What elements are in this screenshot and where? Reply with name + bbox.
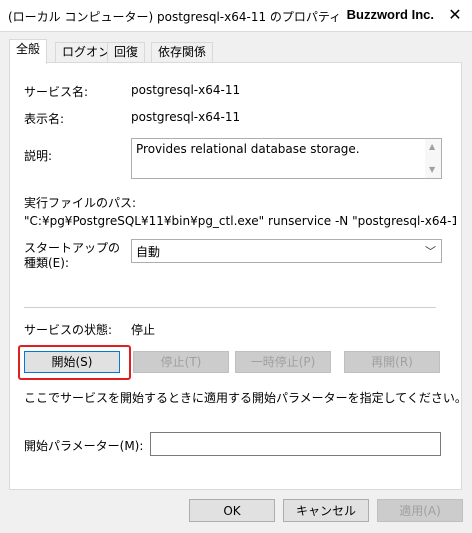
ok-button[interactable]: OK — [189, 499, 275, 522]
service-name-label: サービス名: — [24, 85, 89, 99]
brand-label: Buzzword Inc. — [346, 7, 434, 22]
start-params-input[interactable] — [150, 432, 441, 456]
service-name-value: postgresql-x64-11 — [131, 83, 241, 97]
start-params-hint: ここでサービスを開始するときに適用する開始パラメーターを指定してください。 — [24, 391, 467, 405]
resume-button[interactable]: 再開(R) — [344, 351, 440, 373]
tab-dependencies[interactable]: 依存関係 — [151, 42, 214, 63]
tab-general[interactable]: 全般 — [9, 39, 48, 64]
chevron-down-icon: ﹀ — [425, 245, 436, 258]
start-params-label: 開始パラメーター(M): — [24, 439, 144, 453]
description-text: Provides relational database storage. — [136, 142, 360, 156]
pause-button[interactable]: 一時停止(P) — [235, 351, 331, 373]
scroll-down-icon[interactable]: ▼ — [429, 165, 435, 174]
exe-path-label: 実行ファイルのパス: — [24, 196, 137, 210]
display-name-value: postgresql-x64-11 — [131, 110, 241, 124]
startup-type-value: 自動 — [136, 245, 161, 259]
close-icon[interactable]: ✕ — [444, 5, 466, 25]
description-scrollbar[interactable]: ▲ ▼ — [425, 139, 441, 178]
divider — [24, 307, 436, 308]
window-title: (ローカル コンピューター) postgresql-x64-11 のプロパティ — [8, 10, 342, 24]
startup-type-select[interactable]: 自動 ﹀ — [131, 239, 442, 263]
apply-button[interactable]: 適用(A) — [377, 499, 463, 522]
scroll-up-icon[interactable]: ▲ — [429, 142, 435, 151]
description-box[interactable]: Provides relational database storage. ▲ … — [131, 138, 442, 179]
cancel-button[interactable]: キャンセル — [283, 499, 369, 522]
title-bar: (ローカル コンピューター) postgresql-x64-11 のプロパティ … — [0, 0, 472, 32]
start-button[interactable]: 開始(S) — [24, 351, 120, 373]
description-label: 説明: — [24, 149, 53, 163]
service-status-label: サービスの状態: — [24, 323, 113, 337]
startup-type-label-2: 種類(E): — [24, 256, 69, 270]
display-name-label: 表示名: — [24, 112, 65, 126]
stop-button[interactable]: 停止(T) — [133, 351, 229, 373]
general-panel: サービス名: postgresql-x64-11 表示名: postgresql… — [9, 62, 467, 490]
service-status-value: 停止 — [131, 323, 156, 337]
tab-recovery[interactable]: 回復 — [107, 42, 146, 63]
exe-path-value: "C:¥pg¥PostgreSQL¥11¥bin¥pg_ctl.exe" run… — [24, 214, 456, 228]
